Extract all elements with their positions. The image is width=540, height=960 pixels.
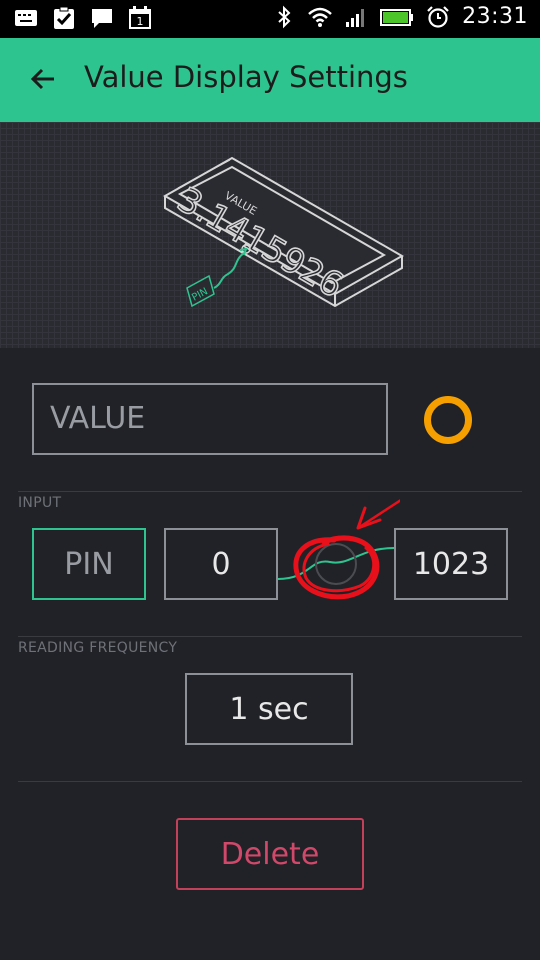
pin-select-label: PIN xyxy=(64,546,114,582)
wifi-icon xyxy=(308,7,332,27)
color-picker-button[interactable] xyxy=(424,396,472,444)
back-arrow-icon[interactable] xyxy=(26,62,60,96)
message-icon xyxy=(92,9,112,28)
input-section-label: INPUT xyxy=(18,495,62,511)
clipboard-check-icon xyxy=(54,6,74,29)
keyboard-icon xyxy=(15,10,37,26)
divider xyxy=(18,636,522,637)
delete-button-label: Delete xyxy=(220,836,320,872)
calendar-icon: 1 xyxy=(129,6,151,29)
signal-icon xyxy=(346,8,365,27)
status-bar: 1 23:31 xyxy=(0,0,540,38)
reading-frequency-select[interactable]: 1 sec xyxy=(185,673,353,745)
widget-label-input[interactable]: VALUE xyxy=(32,383,388,455)
pin-select-button[interactable]: PIN xyxy=(32,528,146,600)
min-value-input[interactable]: 0 xyxy=(164,528,278,600)
bluetooth-icon xyxy=(278,5,291,28)
divider xyxy=(18,781,522,782)
reading-frequency-value: 1 sec xyxy=(229,691,309,727)
widget-illustration: VALUE 3.1415926 PIN xyxy=(0,122,540,348)
battery-icon xyxy=(380,8,414,26)
max-value: 1023 xyxy=(412,546,490,582)
svg-text:1: 1 xyxy=(137,15,144,28)
clock: 23:31 xyxy=(462,4,528,29)
alarm-icon xyxy=(427,5,449,28)
max-value-input[interactable]: 1023 xyxy=(394,528,508,600)
widget-label-value: VALUE xyxy=(50,401,146,436)
mapping-toggle-icon xyxy=(315,543,357,585)
delete-button[interactable]: Delete xyxy=(176,818,364,890)
min-value: 0 xyxy=(211,546,231,582)
frequency-section-label: READING FREQUENCY xyxy=(18,640,178,656)
app-bar: Value Display Settings xyxy=(0,38,540,122)
page-title: Value Display Settings xyxy=(84,60,408,94)
mapping-toggle[interactable] xyxy=(270,490,400,610)
